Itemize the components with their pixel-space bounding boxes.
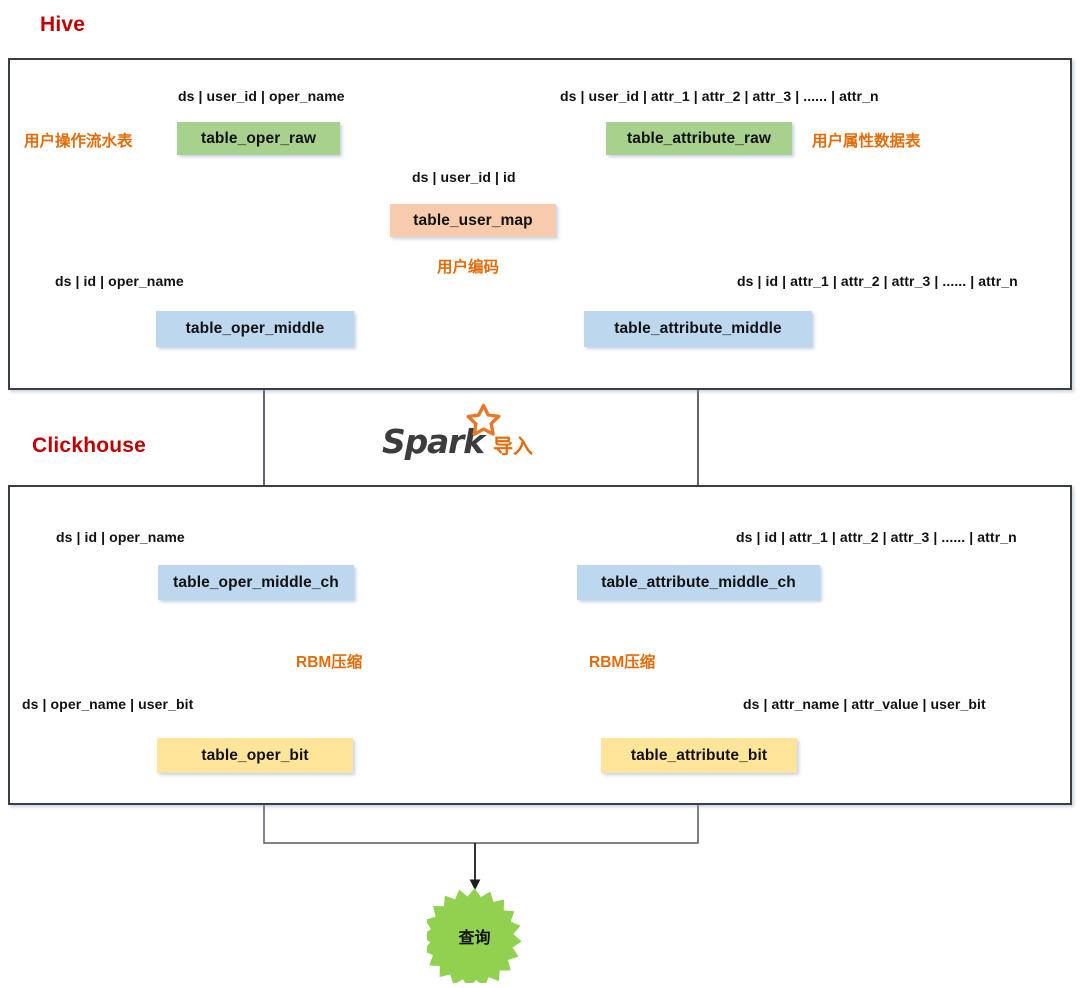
spark-action-label: 导入 [493,436,533,458]
node-table-oper-bit[interactable]: table_oper_bit [157,738,353,773]
node-table-oper-middle[interactable]: table_oper_middle [156,311,354,347]
clickhouse-section-title: Clickhouse [32,434,147,457]
diagram-canvas: Hive Clickhouse ds | user_id | oper_name… [0,0,1080,988]
note-oper-raw-desc: 用户操作流水表 [24,133,133,150]
node-table-oper-raw[interactable]: table_oper_raw [177,122,340,155]
schema-attribute-middle-ch: ds | id | attr_1 | attr_2 | attr_3 | ...… [736,529,1017,545]
note-attribute-raw-desc: 用户属性数据表 [812,133,921,150]
query-label: 查询 [458,929,491,947]
note-rbm-left: RBM压缩 [296,654,363,671]
note-rbm-right: RBM压缩 [589,654,656,671]
node-table-attribute-middle[interactable]: table_attribute_middle [584,311,812,347]
schema-attribute-middle: ds | id | attr_1 | attr_2 | attr_3 | ...… [737,273,1018,289]
node-table-attribute-bit[interactable]: table_attribute_bit [601,738,797,773]
spark-import-logo: Spark 导入 [382,403,534,466]
node-table-user-map[interactable]: table_user_map [390,204,556,237]
schema-user-map: ds | user_id | id [412,169,516,185]
node-table-attribute-raw[interactable]: table_attribute_raw [606,122,792,155]
schema-oper-raw: ds | user_id | oper_name [178,88,345,104]
hive-section-title: Hive [40,13,86,36]
schema-oper-bit: ds | oper_name | user_bit [22,696,194,712]
schema-attribute-raw: ds | user_id | attr_1 | attr_2 | attr_3 … [560,88,879,104]
note-user-map-desc: 用户编码 [437,259,500,276]
schema-attribute-bit: ds | attr_name | attr_value | user_bit [743,696,986,712]
node-table-oper-middle-ch[interactable]: table_oper_middle_ch [158,565,354,600]
node-query-burst[interactable]: 查询 [422,888,522,988]
node-table-attribute-middle-ch[interactable]: table_attribute_middle_ch [577,565,820,600]
schema-oper-middle: ds | id | oper_name [55,273,184,289]
schema-oper-middle-ch: ds | id | oper_name [56,529,185,545]
